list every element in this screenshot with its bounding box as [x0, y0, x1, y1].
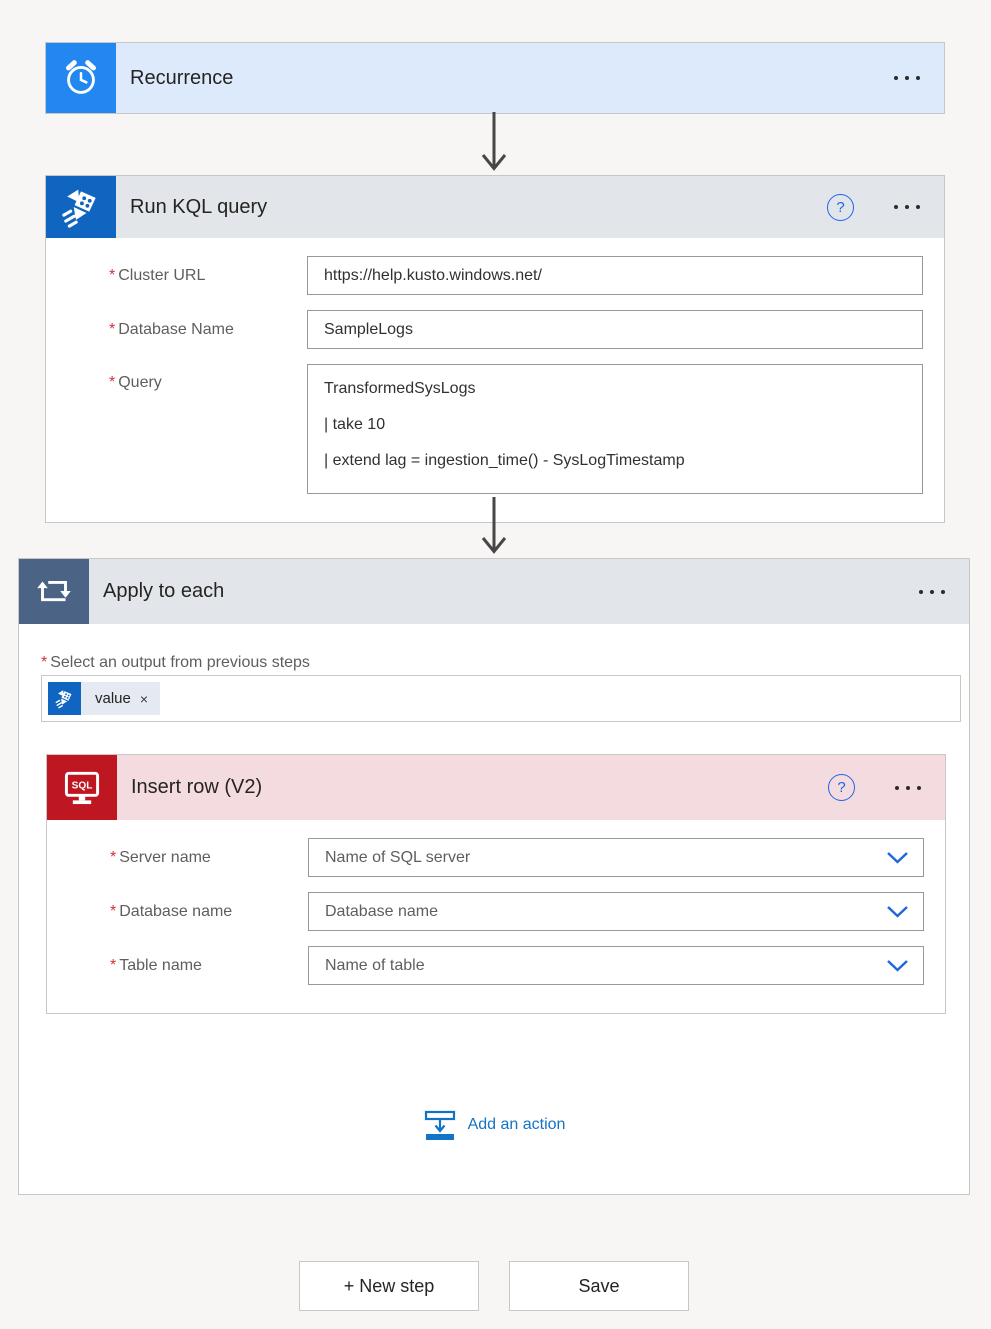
query-line: TransformedSysLogs: [324, 371, 906, 407]
token-close-icon[interactable]: ×: [140, 692, 148, 706]
database-name-placeholder: Database name: [325, 903, 438, 921]
value-token[interactable]: value ×: [48, 682, 160, 715]
loop-icon: [19, 559, 89, 624]
recurrence-card: Recurrence: [45, 42, 945, 114]
table-name-dropdown[interactable]: Name of table: [308, 946, 924, 985]
database-name-input[interactable]: SampleLogs: [307, 310, 923, 349]
help-icon[interactable]: ?: [828, 774, 855, 801]
database-name-dropdown[interactable]: Database name: [308, 892, 924, 931]
server-name-label: *Server name: [110, 849, 308, 867]
insert-row-card-header[interactable]: SQL Insert row (V2) ?: [47, 755, 945, 820]
chevron-down-icon: [886, 959, 909, 972]
insert-row-title: Insert row (V2): [131, 776, 828, 799]
token-label: value: [95, 690, 131, 707]
table-name-placeholder: Name of table: [325, 957, 425, 975]
add-action-icon: [423, 1109, 457, 1141]
run-kql-more-menu-button[interactable]: [892, 199, 922, 215]
server-name-placeholder: Name of SQL server: [325, 849, 470, 867]
sql-icon-text: SQL: [72, 780, 93, 791]
insert-row-card: SQL Insert row (V2) ? *Server name: [46, 754, 946, 1014]
recurrence-more-menu-button[interactable]: [892, 70, 922, 86]
apply-to-each-header[interactable]: Apply to each: [19, 559, 969, 624]
database-name-label: *Database name: [110, 903, 308, 921]
run-kql-card-header[interactable]: Run KQL query ?: [46, 176, 944, 238]
new-step-button[interactable]: + New step: [299, 1261, 479, 1311]
add-action-button[interactable]: Add an action: [19, 1109, 969, 1141]
kusto-icon: [46, 176, 116, 238]
run-kql-card: Run KQL query ? *Cluster URL https://hel…: [45, 175, 945, 523]
connector-arrow-down-icon: [479, 497, 509, 557]
recurrence-card-header[interactable]: Recurrence: [46, 43, 944, 113]
database-name-label: *Database Name: [109, 321, 307, 339]
help-icon[interactable]: ?: [827, 194, 854, 221]
select-output-label: *Select an output from previous steps: [41, 654, 310, 672]
table-name-label: *Table name: [110, 957, 308, 975]
chevron-down-icon: [886, 905, 909, 918]
query-line: | take 10: [324, 407, 906, 443]
insert-row-more-menu-button[interactable]: [893, 780, 923, 796]
save-button[interactable]: Save: [509, 1261, 689, 1311]
recurrence-title: Recurrence: [130, 67, 892, 90]
query-label: *Query: [109, 364, 307, 392]
sql-server-icon: SQL: [47, 755, 117, 820]
apply-to-each-more-menu-button[interactable]: [917, 584, 947, 600]
alarm-clock-icon: [46, 43, 116, 113]
apply-to-each-title: Apply to each: [103, 580, 917, 603]
add-action-label: Add an action: [468, 1116, 566, 1134]
run-kql-title: Run KQL query: [130, 196, 827, 219]
chevron-down-icon: [886, 851, 909, 864]
select-output-input[interactable]: value ×: [41, 675, 961, 722]
apply-to-each-container: Apply to each *Select an output from pre…: [18, 558, 970, 1195]
connector-arrow-down-icon: [479, 112, 509, 174]
query-input[interactable]: TransformedSysLogs | take 10 | extend la…: [307, 364, 923, 494]
flow-designer-canvas: Recurrence Run KQL query ?: [0, 0, 991, 1329]
server-name-dropdown[interactable]: Name of SQL server: [308, 838, 924, 877]
cluster-url-label: *Cluster URL: [109, 267, 307, 285]
cluster-url-input[interactable]: https://help.kusto.windows.net/: [307, 256, 923, 295]
kusto-icon: [48, 682, 81, 715]
query-line: | extend lag = ingestion_time() - SysLog…: [324, 443, 906, 479]
